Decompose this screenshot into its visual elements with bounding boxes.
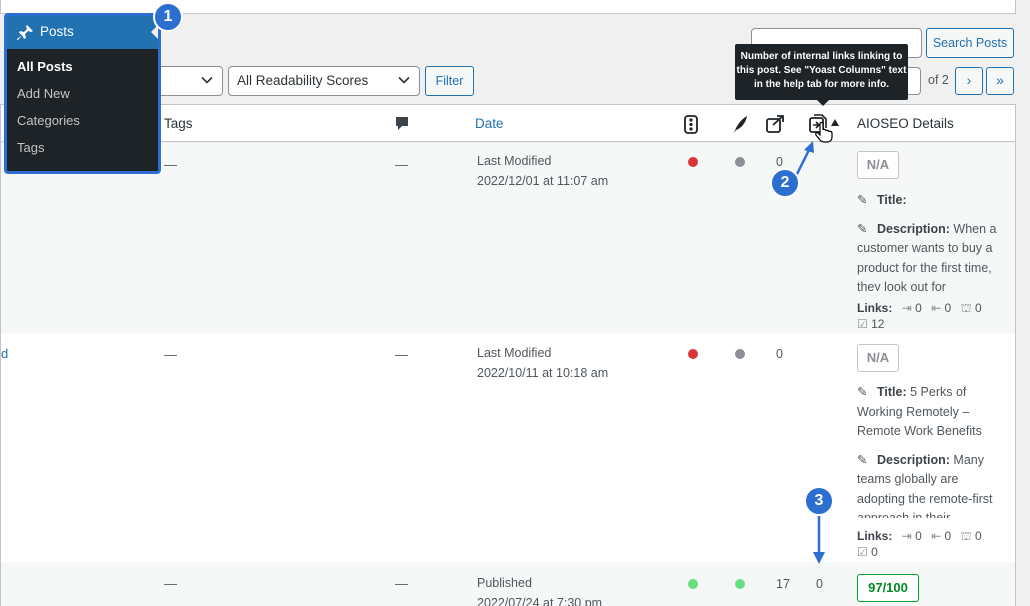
pencil-icon[interactable]: ✎: [857, 383, 871, 403]
internal-links-icon: ⇥: [901, 301, 912, 315]
affiliate-links-count: 0: [974, 301, 982, 315]
suggestions-icon: ☑: [857, 317, 868, 331]
posts-table: Tags Date AIOSEO Details — — Last Modifi…: [0, 104, 1016, 606]
last-page-button[interactable]: »: [986, 67, 1014, 95]
date-status: Last Modified: [477, 154, 552, 168]
seo-score-icon[interactable]: [684, 115, 698, 134]
chevron-down-icon: [201, 76, 213, 84]
suggestions-icon: ☑: [857, 545, 868, 559]
outgoing-links-count: 17: [776, 577, 790, 591]
table-row: — — Published 2022/07/24 at 7:30 pm 17 0…: [1, 562, 1015, 606]
external-links-icon: ⇤: [931, 301, 942, 315]
menu-posts-header[interactable]: Posts: [7, 16, 158, 49]
comments-cell: —: [395, 347, 408, 362]
links-label: Links:: [857, 529, 893, 543]
aioseo-details: ✎ Title: 5 Perks of Working Remotely – Re…: [857, 383, 1003, 518]
affiliate-links-icon: ⛫: [960, 529, 972, 543]
date-value: 2022/07/24 at 7:30 pm: [477, 596, 603, 606]
search-posts-button[interactable]: Search Posts: [926, 28, 1014, 58]
date-cell: Last Modified 2022/12/01 at 11:07 am: [477, 151, 608, 191]
aioseo-details: ✎ Title: ✎ Description: When a customer wa…: [857, 191, 1003, 291]
outgoing-links-count: 0: [776, 155, 783, 169]
internal-links-tooltip: Number of internal links linking to this…: [735, 44, 908, 106]
readability-select-value: All Readability Scores: [237, 73, 369, 88]
top-panel-edge: [0, 0, 1016, 14]
column-date[interactable]: Date: [475, 116, 504, 131]
outgoing-links-count: 0: [776, 347, 783, 361]
date-cell: Last Modified 2022/10/11 at 10:18 am: [477, 343, 608, 383]
internal-links-icon: ⇥: [901, 529, 912, 543]
aioseo-title: ✎ Title: 5 Perks of Working Remotely – Re…: [857, 383, 982, 438]
outgoing-links-icon[interactable]: [765, 114, 786, 134]
external-links-icon: ⇤: [931, 529, 942, 543]
readability-select[interactable]: All Readability Scores: [228, 66, 420, 96]
chevron-down-icon: [398, 76, 410, 84]
column-aioseo: AIOSEO Details: [857, 116, 954, 131]
date-value: 2022/10/11 at 10:18 am: [477, 366, 609, 380]
affiliate-links-count: 0: [974, 529, 982, 543]
menu-item-categories[interactable]: Categories: [7, 107, 158, 134]
tags-cell: —: [164, 157, 177, 172]
aioseo-score-badge[interactable]: N/A: [857, 151, 899, 179]
suggestions-count: 0: [871, 545, 878, 559]
filter-button[interactable]: Filter: [425, 66, 474, 96]
annotation-marker-1: 1: [153, 2, 183, 32]
incoming-links-count: 0: [816, 577, 823, 591]
comments-icon[interactable]: [395, 116, 409, 131]
posts-flyout-menu: Posts All Posts Add New Categories Tags: [4, 13, 161, 174]
tags-cell: —: [164, 576, 177, 591]
aioseo-score-badge[interactable]: N/A: [857, 344, 899, 372]
readability-dot: [735, 349, 745, 359]
annotation-arrow-3: [813, 512, 825, 564]
seo-score-dot: [688, 579, 698, 589]
pencil-icon[interactable]: ✎: [857, 220, 871, 240]
aioseo-description: ✎ Description: Many teams globally are ad…: [857, 451, 993, 519]
pencil-icon[interactable]: ✎: [857, 191, 871, 211]
readability-icon[interactable]: [732, 115, 748, 134]
seo-score-dot: [688, 349, 698, 359]
date-value: 2022/12/01 at 11:07 am: [477, 174, 609, 188]
date-status: Published: [477, 576, 532, 590]
annotation-marker-2: 2: [770, 168, 800, 198]
table-row: d — — Last Modified 2022/10/11 at 10:18 …: [1, 333, 1015, 562]
aioseo-links: Links: ⇥ 0 ⇤ 0 ⛫ 0 ☑ 12: [857, 300, 1003, 332]
readability-dot: [735, 157, 745, 167]
internal-links-count: 0: [915, 529, 922, 543]
internal-links-count: 0: [915, 301, 922, 315]
affiliate-links-icon: ⛫: [960, 301, 972, 315]
menu-title: Posts: [40, 24, 74, 39]
next-page-button[interactable]: ›: [955, 67, 983, 95]
external-links-count: 0: [944, 529, 952, 543]
pushpin-icon: [17, 25, 33, 40]
column-tags: Tags: [164, 116, 193, 131]
aioseo-title: ✎ Title:: [857, 191, 1003, 211]
date-status: Last Modified: [477, 346, 552, 360]
links-label: Links:: [857, 301, 893, 315]
aioseo-description: ✎ Description: When a customer wants to b…: [857, 220, 997, 292]
comments-cell: —: [395, 157, 408, 172]
external-links-count: 0: [944, 301, 952, 315]
comments-cell: —: [395, 576, 408, 591]
readability-dot: [735, 579, 745, 589]
suggestions-count: 12: [871, 317, 885, 331]
date-cell: Published 2022/07/24 at 7:30 pm: [477, 573, 602, 606]
aioseo-links: Links: ⇥ 0 ⇤ 0 ⛫ 0 ☑ 0: [857, 528, 1003, 560]
page-total: of 2: [928, 73, 949, 87]
menu-item-add-new[interactable]: Add New: [7, 80, 158, 107]
seo-score-dot: [688, 157, 698, 167]
aioseo-score-badge[interactable]: 97/100: [857, 574, 919, 602]
post-title-link[interactable]: d: [1, 346, 8, 361]
menu-item-all-posts[interactable]: All Posts: [7, 53, 158, 80]
tags-cell: —: [164, 347, 177, 362]
annotation-marker-3: 3: [804, 486, 834, 516]
pencil-icon[interactable]: ✎: [857, 451, 871, 471]
menu-item-tags[interactable]: Tags: [7, 134, 158, 161]
